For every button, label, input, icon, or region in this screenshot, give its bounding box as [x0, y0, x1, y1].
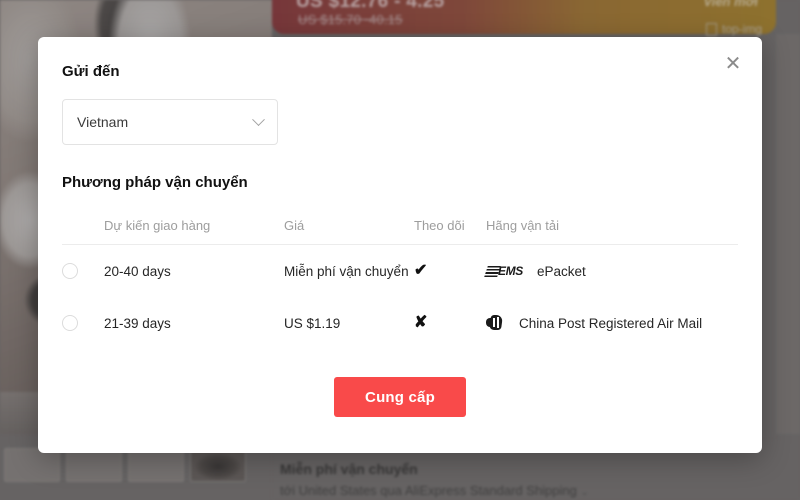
- row-carrier-name: ePacket: [537, 263, 586, 279]
- table-row[interactable]: 21-39 days US $1.19 ✘ China Post Registe…: [62, 297, 738, 349]
- shipping-method-label: Phương pháp vận chuyển: [62, 174, 248, 191]
- header-tracking: Theo dõi: [414, 218, 465, 233]
- row-carrier-name: China Post Registered Air Mail: [519, 315, 703, 331]
- row-eta: 20-40 days: [104, 263, 171, 279]
- shipping-methods-table: Dự kiến giao hàng Giá Theo dõi Hãng vận …: [62, 207, 738, 349]
- page-root: US $12.76 - 4.25 US $15.70~40.15 Viền mớ…: [0, 0, 800, 500]
- shipping-modal: ✕ Gửi đến Vietnam Phương pháp vận chuyển…: [38, 37, 762, 453]
- row-carrier: EMS ePacket: [484, 263, 738, 279]
- row-select-cell: [62, 263, 104, 279]
- submit-button[interactable]: Cung cấp: [334, 377, 466, 417]
- row-select-cell: [62, 315, 104, 331]
- header-eta: Dự kiến giao hàng: [104, 218, 211, 233]
- ems-logo-icon: EMS: [484, 264, 526, 279]
- row-carrier: China Post Registered Air Mail: [486, 314, 738, 332]
- header-carrier: Hãng vận tải: [486, 218, 559, 233]
- row-price: US $1.19: [284, 315, 341, 331]
- close-icon[interactable]: ✕: [718, 49, 748, 79]
- row-eta: 21-39 days: [104, 315, 171, 331]
- cross-icon: ✘: [414, 314, 428, 331]
- country-select[interactable]: Vietnam: [62, 99, 278, 145]
- row-tracking: ✔: [414, 262, 486, 280]
- table-header-row: Dự kiến giao hàng Giá Theo dõi Hãng vận …: [62, 207, 738, 245]
- country-select-value: Vietnam: [77, 114, 129, 130]
- row-tracking: ✘: [414, 314, 486, 332]
- ship-to-label: Gửi đến: [62, 63, 120, 80]
- table-row[interactable]: 20-40 days Miễn phí vận chuyển ✔ EMS ePa…: [62, 245, 738, 297]
- row-price: Miễn phí vận chuyển: [284, 263, 409, 279]
- check-icon: ✔: [414, 262, 428, 279]
- chevron-down-icon: [252, 112, 265, 126]
- china-post-logo-icon: [486, 314, 508, 332]
- header-price: Giá: [284, 218, 305, 233]
- shipping-option-radio[interactable]: [62, 315, 78, 331]
- shipping-option-radio[interactable]: [62, 263, 78, 279]
